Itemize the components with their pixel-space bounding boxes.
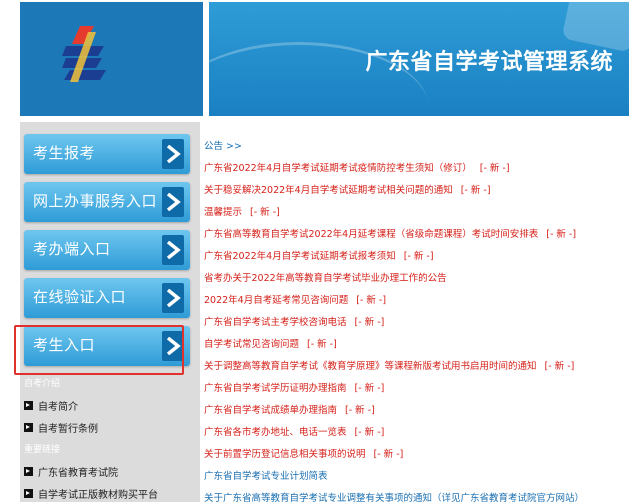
new-badge: [- 新 -] xyxy=(307,339,337,350)
notice-heading[interactable]: 公告 >> xyxy=(204,138,242,152)
notice-item[interactable]: 关于稳妥解决2022年4月自学考试延期考试相关问题的通知 [- 新 -] xyxy=(204,182,491,196)
notice-title[interactable]: 广东省各市考办地址、电话一览表 xyxy=(204,427,347,438)
notice-item[interactable]: 广东省高等教育自学考试2022年4月延考课程（省级命题课程）考试时间安排表 [- … xyxy=(204,226,576,240)
notice-item[interactable]: 广东省自学考试成绩单办理指南 [- 新 -] xyxy=(204,402,375,416)
chevron-right-icon xyxy=(162,187,184,217)
link-textbook-store-label: 自学考试正版教材购买平台 xyxy=(38,490,158,501)
notice-item[interactable]: 2022年4月自考延考常见咨询问题 [- 新 -] xyxy=(204,292,386,306)
system-title: 广东省自学考试管理系统 xyxy=(365,50,613,75)
notice-item[interactable]: 关于前置学历登记信息相关事项的说明 [- 新 -] xyxy=(204,446,403,460)
notice-item[interactable]: 温馨提示 [- 新 -] xyxy=(204,204,280,218)
notice-item[interactable]: 广东省自学考试主考学校咨询电话 [- 新 -] xyxy=(204,314,384,328)
new-badge: [- 新 -] xyxy=(460,185,491,196)
logo-panel xyxy=(20,2,203,116)
exam-system-logo xyxy=(62,26,106,82)
new-badge: [- 新 -] xyxy=(544,361,575,372)
sidebar: 考生报考 网上办事服务入口 考办端入口 在线验证入口 考生入口 自考介绍 自考简… xyxy=(20,122,200,502)
notice-title[interactable]: 广东省2022年4月自学考试延期考试疫情防控考生须知（修订） xyxy=(204,163,472,174)
chevron-right-icon xyxy=(162,235,184,265)
exam-office-label: 考办端入口 xyxy=(33,240,111,258)
title-banner: 广东省自学考试管理系统 xyxy=(209,2,629,116)
new-badge: [- 新 -] xyxy=(373,449,404,460)
notice-title[interactable]: 关于广东省高等教育自学考试专业调整有关事项的通知（详见广东省教育考试院官方网站） xyxy=(204,493,584,504)
link-regulations[interactable]: 自考暂行条例 xyxy=(24,420,98,435)
online-service-button[interactable]: 网上办事服务入口 xyxy=(24,182,190,222)
notice-item[interactable]: 广东省自学考试专业计划简表 xyxy=(204,468,328,482)
notice-title[interactable]: 广东省自学考试学历证明办理指南 xyxy=(204,383,347,394)
exam-registration-label: 考生报考 xyxy=(33,144,96,162)
new-badge: [- 新 -] xyxy=(354,383,385,394)
new-badge: [- 新 -] xyxy=(354,427,385,438)
bullet-arrow-icon xyxy=(24,401,33,410)
online-service-label: 网上办事服务入口 xyxy=(33,192,158,210)
notice-item[interactable]: 广东省2022年4月自学考试延期考试报考须知 [- 新 -] xyxy=(204,248,434,262)
new-badge: [- 新 -] xyxy=(356,295,387,306)
notice-title[interactable]: 温馨提示 xyxy=(204,207,242,218)
new-badge: [- 新 -] xyxy=(546,229,577,240)
new-badge: [- 新 -] xyxy=(354,317,385,328)
notice-title[interactable]: 自学考试常见咨询问题 xyxy=(204,339,299,350)
online-verify-label: 在线验证入口 xyxy=(33,288,127,306)
link-intro-label: 自考简介 xyxy=(38,402,78,413)
online-verify-button[interactable]: 在线验证入口 xyxy=(24,278,190,318)
notice-item[interactable]: 自学考试常见咨询问题 [- 新 -] xyxy=(204,336,337,350)
notice-title[interactable]: 关于稳妥解决2022年4月自学考试延期考试相关问题的通知 xyxy=(204,185,453,196)
section-title-links: 重要链接 xyxy=(24,445,61,455)
notice-item[interactable]: 广东省自学考试学历证明办理指南 [- 新 -] xyxy=(204,380,384,394)
notice-title[interactable]: 广东省2022年4月自学考试延期考试报考须知 xyxy=(204,251,396,262)
chevron-right-icon xyxy=(162,283,184,313)
link-intro[interactable]: 自考简介 xyxy=(24,398,78,413)
site-header: 广东省自学考试管理系统 xyxy=(20,2,629,116)
notice-title[interactable]: 广东省自学考试专业计划简表 xyxy=(204,471,328,482)
exam-office-button[interactable]: 考办端入口 xyxy=(24,230,190,270)
new-badge: [- 新 -] xyxy=(403,251,434,262)
link-exam-authority-label: 广东省教育考试院 xyxy=(38,468,118,479)
bullet-arrow-icon xyxy=(24,489,33,498)
link-regulations-label: 自考暂行条例 xyxy=(38,424,98,435)
notice-title[interactable]: 广东省自学考试成绩单办理指南 xyxy=(204,405,337,416)
new-badge: [- 新 -] xyxy=(345,405,375,416)
notice-title[interactable]: 省考办关于2022年高等教育自学考试毕业办理工作的公告 xyxy=(204,273,447,284)
notice-title[interactable]: 2022年4月自考延考常见咨询问题 xyxy=(204,295,348,306)
highlight-annotation xyxy=(14,325,184,375)
notice-title[interactable]: 关于前置学历登记信息相关事项的说明 xyxy=(204,449,366,460)
new-badge: [- 新 -] xyxy=(250,207,280,218)
new-badge: [- 新 -] xyxy=(479,163,510,174)
exam-registration-button[interactable]: 考生报考 xyxy=(24,134,190,174)
notice-item[interactable]: 关于调整高等教育自学考试《教育学原理》等课程新版考试用书启用时间的通知 [- 新 … xyxy=(204,358,574,372)
chevron-right-icon xyxy=(162,139,184,169)
notice-title[interactable]: 广东省自学考试主考学校咨询电话 xyxy=(204,317,347,328)
bullet-arrow-icon xyxy=(24,467,33,476)
link-textbook-store[interactable]: 自学考试正版教材购买平台 xyxy=(24,486,158,501)
section-title-intro: 自考介绍 xyxy=(24,379,61,389)
bullet-arrow-icon xyxy=(24,423,33,432)
notice-item[interactable]: 省考办关于2022年高等教育自学考试毕业办理工作的公告 xyxy=(204,270,447,284)
link-exam-authority[interactable]: 广东省教育考试院 xyxy=(24,464,118,479)
notice-title[interactable]: 关于调整高等教育自学考试《教育学原理》等课程新版考试用书启用时间的通知 xyxy=(204,361,537,372)
notice-title[interactable]: 广东省高等教育自学考试2022年4月延考课程（省级命题课程）考试时间安排表 xyxy=(204,229,538,240)
notice-item[interactable]: 广东省2022年4月自学考试延期考试疫情防控考生须知（修订） [- 新 -] xyxy=(204,160,510,174)
notice-item[interactable]: 广东省各市考办地址、电话一览表 [- 新 -] xyxy=(204,424,384,438)
